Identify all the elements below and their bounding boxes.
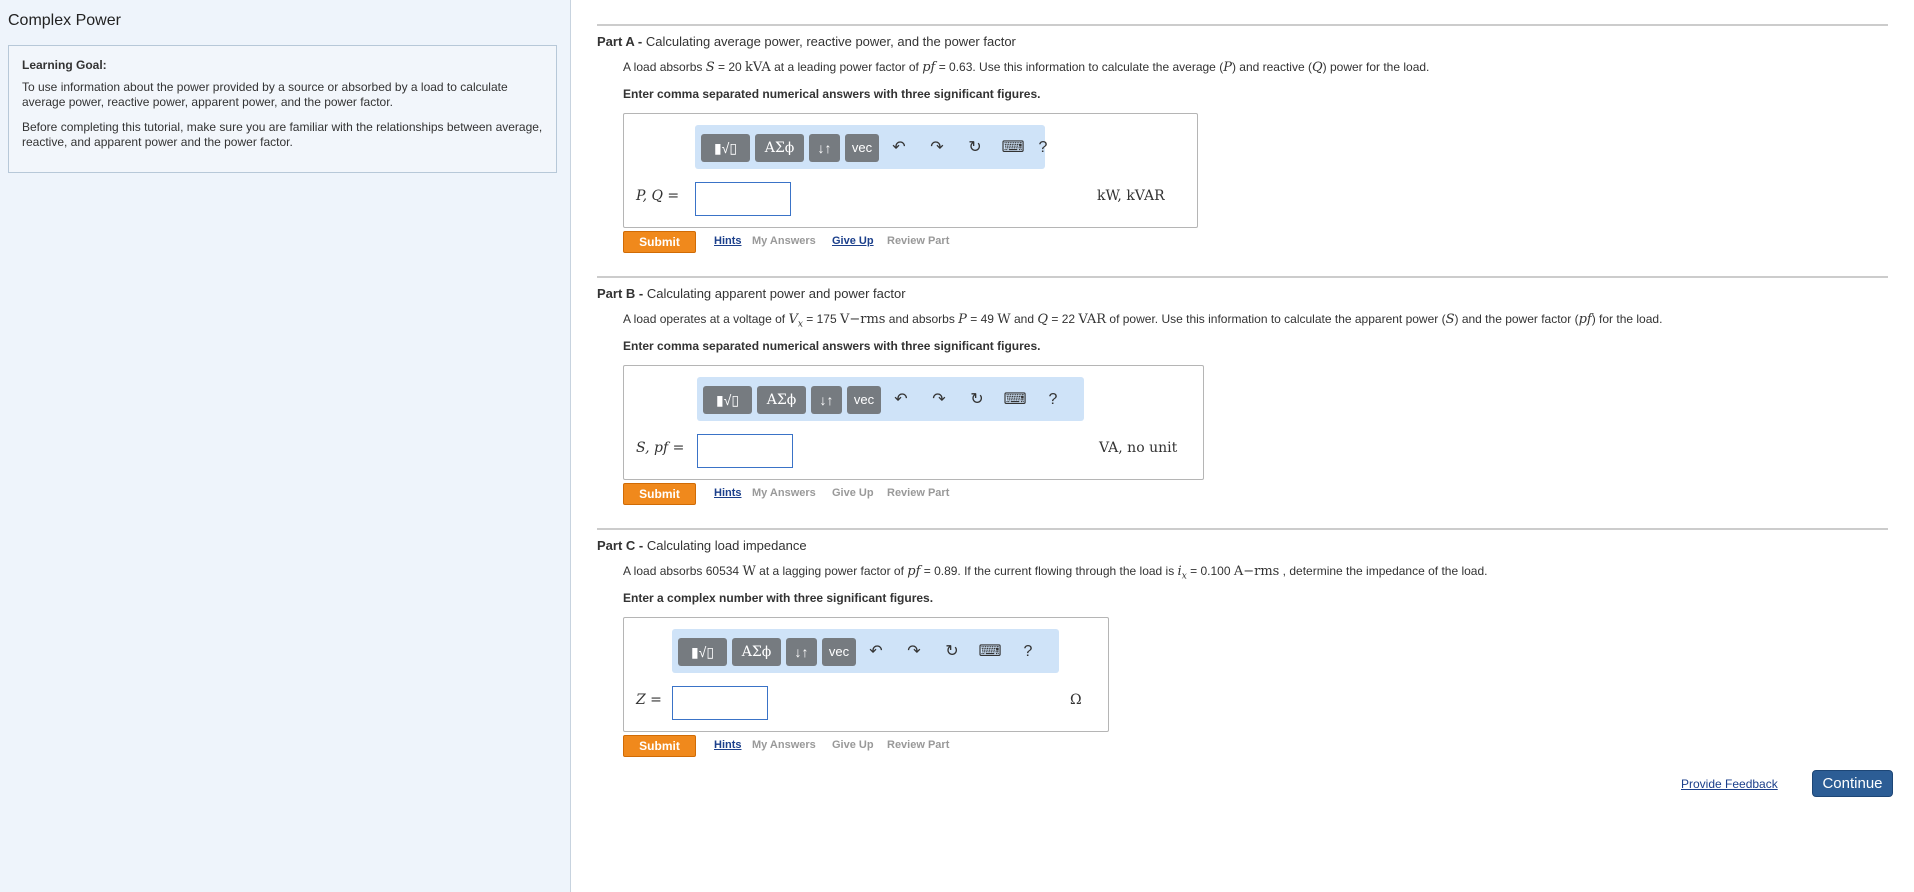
give-up-link[interactable]: Give Up — [832, 235, 874, 247]
part-c-answer-box: ▮√▯ ΑΣϕ ↓↑ vec ↶ ↷ ↻ ⌨ ? Z = Ω — [623, 617, 1109, 732]
learning-goal-box: Learning Goal: To use information about … — [8, 45, 557, 173]
part-b-instruction: Enter comma separated numerical answers … — [623, 339, 1041, 353]
vector-button[interactable]: vec — [847, 386, 881, 414]
vector-button[interactable]: vec — [822, 638, 856, 666]
page: Complex Power Learning Goal: To use info… — [0, 0, 1914, 892]
undo-icon[interactable]: ↶ — [863, 638, 889, 666]
part-divider — [597, 528, 1888, 530]
reset-icon[interactable]: ↻ — [939, 638, 965, 666]
part-a-instruction: Enter comma separated numerical answers … — [623, 87, 1041, 101]
submit-button[interactable]: Submit — [623, 735, 696, 757]
my-answers-link: My Answers — [752, 235, 816, 247]
part-b-answer-box: ▮√▯ ΑΣϕ ↓↑ vec ↶ ↷ ↻ ⌨ ? S, pf = VA, no … — [623, 365, 1204, 480]
keyboard-icon[interactable]: ⌨ — [1000, 134, 1026, 162]
templates-button[interactable]: ▮√▯ — [703, 386, 752, 414]
give-up-link: Give Up — [832, 739, 874, 751]
provide-feedback-link[interactable]: Provide Feedback — [1681, 777, 1778, 791]
learning-goal-heading: Learning Goal: — [22, 58, 107, 72]
sidebar: Complex Power Learning Goal: To use info… — [0, 0, 571, 892]
keyboard-icon[interactable]: ⌨ — [1002, 386, 1028, 414]
answer-input[interactable] — [695, 182, 791, 216]
keyboard-icon[interactable]: ⌨ — [977, 638, 1003, 666]
redo-icon[interactable]: ↷ — [924, 134, 950, 162]
subscript-superscript-button[interactable]: ↓↑ — [811, 386, 842, 414]
assignment-title: Complex Power — [8, 12, 121, 29]
answer-unit: VA, no unit — [1099, 440, 1178, 456]
hints-link[interactable]: Hints — [714, 235, 742, 247]
part-c-title: Part C - Calculating load impedance — [597, 538, 807, 553]
redo-icon[interactable]: ↷ — [901, 638, 927, 666]
part-a-answer-box: ▮√▯ ΑΣϕ ↓↑ vec ↶ ↷ ↻ ⌨ ? P, Q = kW, kVAR — [623, 113, 1198, 228]
part-c-question: A load absorbs 60534 W at a lagging powe… — [623, 564, 1488, 582]
redo-icon[interactable]: ↷ — [926, 386, 952, 414]
review-part-link: Review Part — [887, 235, 950, 247]
continue-button[interactable]: Continue — [1812, 770, 1893, 797]
part-c: Part C - Calculating load impedance A lo… — [597, 528, 1888, 758]
part-a-question: A load absorbs S = 20 kVA at a leading p… — [623, 60, 1430, 75]
my-answers-link: My Answers — [752, 487, 816, 499]
undo-icon[interactable]: ↶ — [888, 386, 914, 414]
hints-link[interactable]: Hints — [714, 487, 742, 499]
greek-symbols-button[interactable]: ΑΣϕ — [732, 638, 781, 666]
part-b-question: A load operates at a voltage of Vx = 175… — [623, 312, 1663, 330]
hints-link[interactable]: Hints — [714, 739, 742, 751]
templates-button[interactable]: ▮√▯ — [701, 134, 750, 162]
answer-input[interactable] — [697, 434, 793, 468]
part-b-title: Part B - Calculating apparent power and … — [597, 286, 906, 301]
review-part-link: Review Part — [887, 739, 950, 751]
answer-label: Z = — [636, 692, 662, 708]
main-content: Part A - Calculating average power, reac… — [572, 0, 1914, 892]
greek-symbols-button[interactable]: ΑΣϕ — [755, 134, 804, 162]
answer-unit: kW, kVAR — [1097, 188, 1165, 204]
help-icon[interactable]: ? — [1035, 134, 1051, 162]
answer-label: P, Q = — [636, 188, 680, 204]
part-b-actions: Submit Hints My Answers Give Up Review P… — [623, 483, 1023, 505]
templates-button[interactable]: ▮√▯ — [678, 638, 727, 666]
answer-unit: Ω — [1070, 692, 1082, 708]
math-toolbar: ▮√▯ ΑΣϕ ↓↑ vec ↶ ↷ ↻ ⌨ ? — [672, 629, 1059, 673]
reset-icon[interactable]: ↻ — [964, 386, 990, 414]
part-a-actions: Submit Hints My Answers Give Up Review P… — [623, 231, 1023, 253]
part-divider — [597, 276, 1888, 278]
submit-button[interactable]: Submit — [623, 483, 696, 505]
review-part-link: Review Part — [887, 487, 950, 499]
math-toolbar: ▮√▯ ΑΣϕ ↓↑ vec ↶ ↷ ↻ ⌨ ? — [695, 125, 1047, 169]
vector-button[interactable]: vec — [845, 134, 879, 162]
subscript-superscript-button[interactable]: ↓↑ — [809, 134, 840, 162]
greek-symbols-button[interactable]: ΑΣϕ — [757, 386, 806, 414]
help-icon[interactable]: ? — [1040, 386, 1066, 414]
reset-icon[interactable]: ↻ — [962, 134, 988, 162]
subscript-superscript-button[interactable]: ↓↑ — [786, 638, 817, 666]
answer-input[interactable] — [672, 686, 768, 720]
my-answers-link: My Answers — [752, 739, 816, 751]
help-icon[interactable]: ? — [1015, 638, 1041, 666]
learning-goal-text: To use information about the power provi… — [22, 80, 508, 109]
part-a: Part A - Calculating average power, reac… — [597, 24, 1888, 254]
part-divider — [597, 24, 1888, 26]
learning-goal-prereq: Before completing this tutorial, make su… — [22, 120, 543, 149]
math-toolbar: ▮√▯ ΑΣϕ ↓↑ vec ↶ ↷ ↻ ⌨ ? — [697, 377, 1084, 421]
give-up-link: Give Up — [832, 487, 874, 499]
part-c-actions: Submit Hints My Answers Give Up Review P… — [623, 735, 1023, 757]
answer-label: S, pf = — [636, 440, 685, 456]
undo-icon[interactable]: ↶ — [886, 134, 912, 162]
part-c-instruction: Enter a complex number with three signif… — [623, 591, 934, 605]
part-a-title: Part A - Calculating average power, reac… — [597, 34, 1016, 49]
submit-button[interactable]: Submit — [623, 231, 696, 253]
part-b: Part B - Calculating apparent power and … — [597, 276, 1888, 506]
